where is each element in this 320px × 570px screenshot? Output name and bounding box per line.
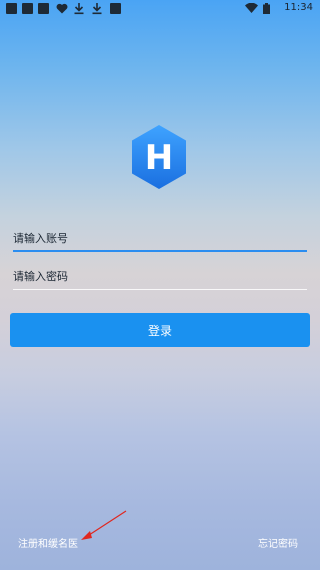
forgot-password-link[interactable]: 忘记密码 bbox=[258, 535, 298, 550]
download-icon bbox=[74, 3, 84, 15]
annotation-arrow-icon bbox=[81, 510, 127, 540]
account-field-container bbox=[13, 226, 307, 254]
app-notification-icon bbox=[22, 3, 33, 14]
app-notification-icon bbox=[38, 3, 49, 14]
password-field-container bbox=[13, 264, 307, 292]
clock: 11:34 bbox=[284, 2, 313, 13]
login-screen: 11:34 H 登录 注册和缓名医 忘记密码 bbox=[0, 0, 320, 570]
battery-icon bbox=[263, 3, 270, 14]
app-logo: H bbox=[132, 125, 186, 189]
heart-icon bbox=[56, 3, 68, 14]
login-button[interactable]: 登录 bbox=[10, 313, 310, 347]
password-input[interactable] bbox=[13, 264, 307, 288]
wifi-icon bbox=[245, 3, 258, 13]
account-underline bbox=[13, 250, 307, 252]
register-link[interactable]: 注册和缓名医 bbox=[18, 535, 78, 550]
account-input[interactable] bbox=[13, 226, 307, 250]
app-notification-icon bbox=[110, 3, 121, 14]
logo-letter: H bbox=[145, 138, 173, 178]
download-icon bbox=[92, 3, 102, 15]
password-underline bbox=[13, 289, 307, 290]
status-bar: 11:34 bbox=[0, 0, 320, 18]
app-notification-icon bbox=[6, 3, 17, 14]
